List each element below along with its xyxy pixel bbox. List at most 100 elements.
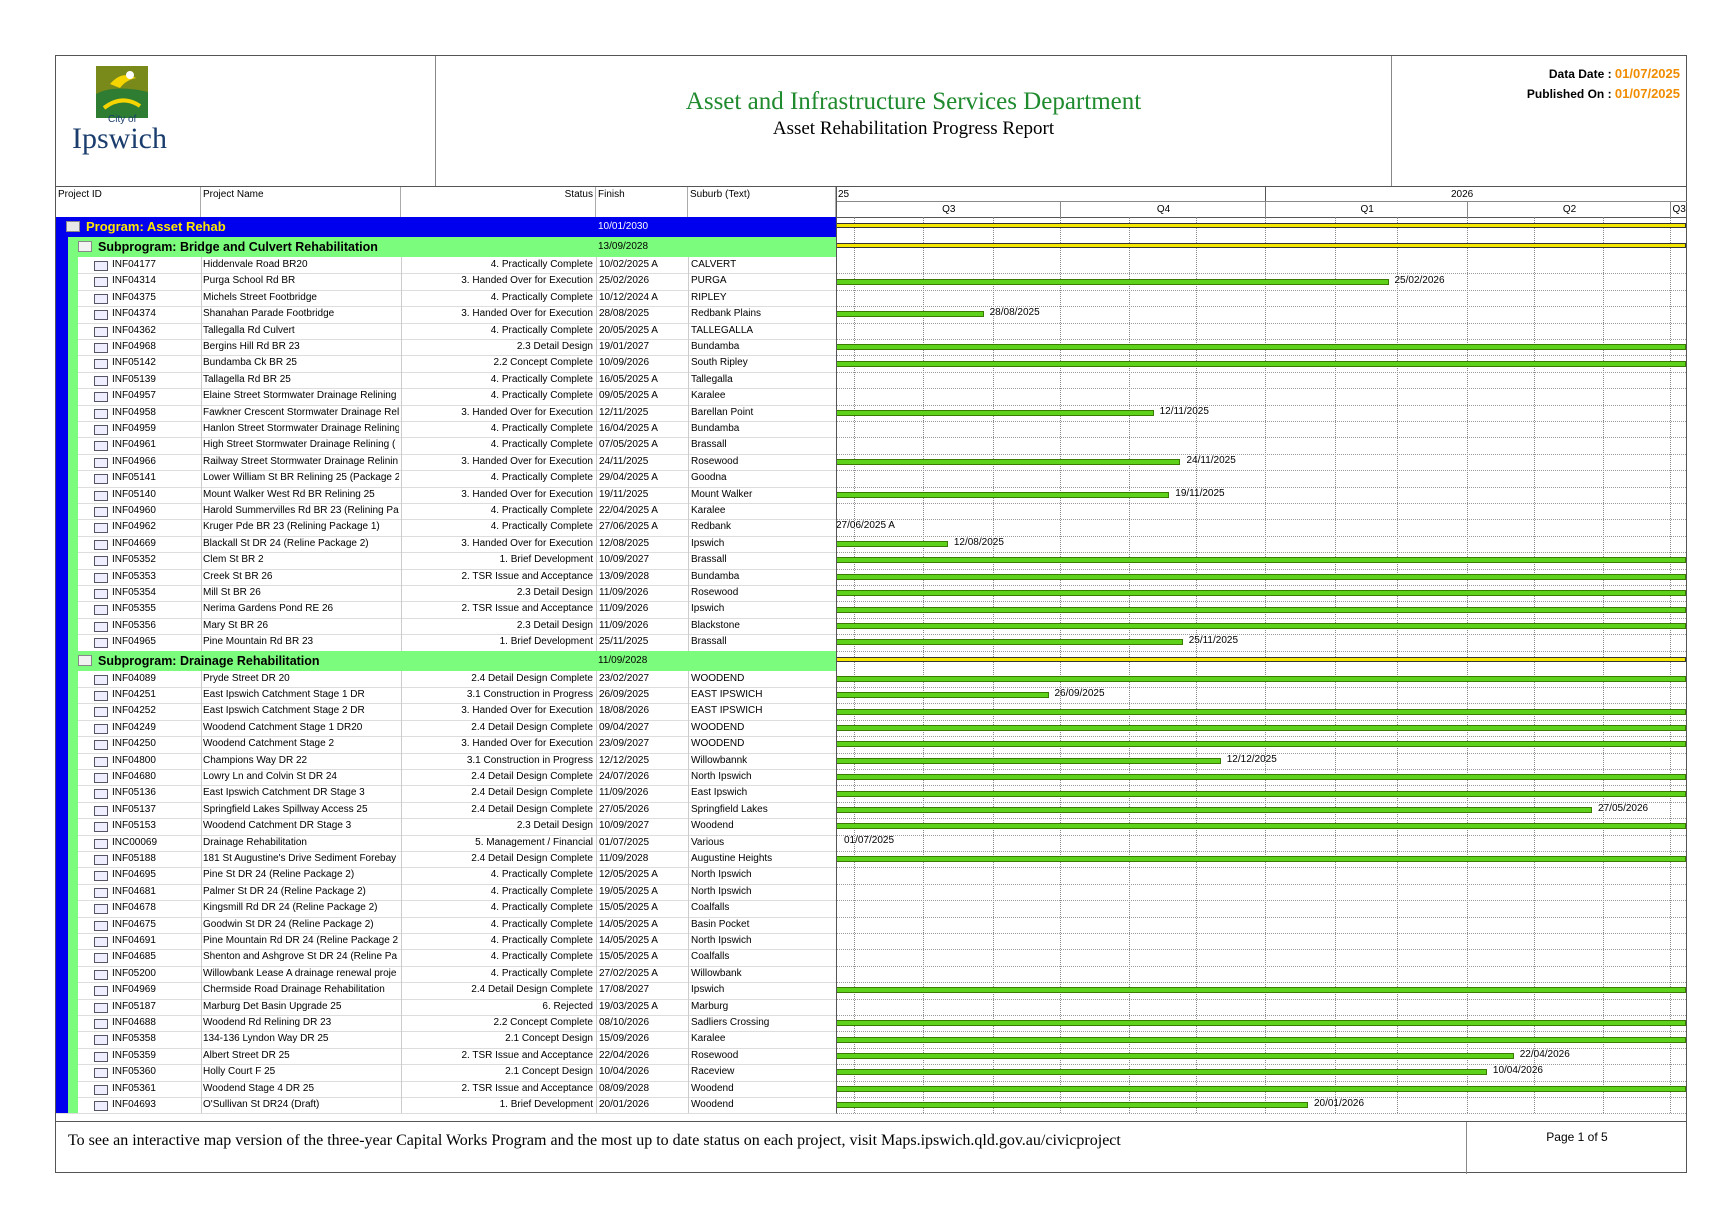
task-folder-icon	[94, 1068, 108, 1079]
table-row[interactable]: INF04680 Lowry Ln and Colvin St DR 24 2.4 …	[56, 769, 836, 787]
table-row[interactable]: INF04693 O'Sullivan St DR24 (Draft) 1. Bri…	[56, 1097, 836, 1115]
table-row[interactable]: INF04252 East Ipswich Catchment Stage 2 D…	[56, 703, 836, 721]
subprogram-row[interactable]: Subprogram: Drainage Rehabilitation 11/09…	[56, 650, 836, 671]
table-row[interactable]: INF04675 Goodwin St DR 24 (Reline Package…	[56, 916, 836, 934]
table-row[interactable]: INF05141 Lower William St BR Relining 25 …	[56, 470, 836, 488]
project-status: 3.1 Construction in Progress	[466, 689, 593, 700]
task-folder-icon	[94, 805, 108, 816]
project-name: Railway Street Stormwater Drainage Relin…	[203, 455, 399, 467]
table-row[interactable]: INF04250 Woodend Catchment Stage 2 3. Hand…	[56, 736, 836, 754]
project-suburb: Woodend	[691, 1099, 734, 1110]
table-row[interactable]: INF05353 Creek St BR 26 2. TSR Issue and A…	[56, 568, 836, 586]
project-id: INF05140	[112, 488, 156, 500]
table-row[interactable]: INF05136 East Ipswich Catchment DR Stage …	[56, 785, 836, 803]
table-row[interactable]: INF04375 Michels Street Footbridge 4. Prac…	[56, 289, 836, 308]
table-row[interactable]: INF04089 Pryde Street DR 20 2.4 Detail Des…	[56, 670, 836, 688]
gantt-bar	[836, 459, 1181, 465]
bar-label: 27/06/2025 A	[836, 519, 895, 531]
project-status: 3.1 Construction in Progress	[466, 754, 593, 766]
table-row[interactable]: INF04688 Woodend Rd Relining DR 23 2.2 Con…	[56, 1015, 836, 1033]
table-row[interactable]: INF04685 Shenton and Ashgrove St DR 24 (R…	[56, 949, 836, 967]
project-id: INF05137	[112, 803, 156, 815]
project-suburb: Rosewood	[691, 1049, 739, 1061]
table-row[interactable]: INF04965 Pine Mountain Rd BR 23 1. Brief D…	[56, 634, 836, 652]
table-row[interactable]: INF04374 Shanahan Parade Footbridge 3. Han…	[56, 306, 836, 324]
program-row[interactable]: Program: Asset Rehab 10/01/2030	[56, 217, 836, 237]
project-finish: 01/07/2025	[599, 836, 650, 848]
project-id: INF04961	[112, 439, 156, 451]
table-row[interactable]: INF05354 Mill St BR 26 2.3 Detail Design 11…	[56, 585, 836, 603]
table-row[interactable]: INF04959 Hanlon Street Stormwater Drainag…	[56, 421, 836, 439]
table-row[interactable]: INF04957 Elaine Street Stormwater Drainag…	[56, 388, 836, 406]
table-row[interactable]: INF04969 Chermside Road Drainage Rehabili…	[56, 982, 836, 1000]
table-row[interactable]: INF04251 East Ipswich Catchment Stage 1 D…	[56, 687, 836, 705]
project-suburb: Marburg	[691, 1000, 729, 1012]
table-row[interactable]: INF05139 Tallagella Rd BR 25 4. Practicall…	[56, 371, 836, 390]
project-status: 2.4 Detail Design Complete	[471, 787, 593, 799]
project-suburb: WOODEND	[691, 672, 745, 684]
table-row[interactable]: INF04800 Champions Way DR 22 3.1 Construct…	[56, 752, 836, 770]
table-row[interactable]: INF04695 Pine St DR 24 (Reline Package 2)…	[56, 867, 836, 885]
table-row[interactable]: INF05137 Springfield Lakes Spillway Acces…	[56, 801, 836, 820]
table-row[interactable]: INF05153 Woodend Catchment DR Stage 3 2.3 …	[56, 818, 836, 836]
table-row[interactable]: INF05187 Marburg Det Basin Upgrade 25 6. R…	[56, 998, 836, 1016]
project-id: INF05141	[112, 472, 156, 484]
gantt-bar	[836, 675, 1686, 682]
task-folder-icon	[94, 887, 108, 898]
table-row[interactable]: INF04681 Palmer St DR 24 (Reline Package …	[56, 883, 836, 902]
published-label: Published On :	[1526, 87, 1612, 101]
table-row[interactable]: INF05200 Willowbank Lease A drainage rene…	[56, 965, 836, 984]
project-finish: 27/06/2025 A	[599, 521, 658, 533]
table-row[interactable]: INF04691 Pine Mountain Rd DR 24 (Reline P…	[56, 933, 836, 951]
project-id: INF05360	[112, 1066, 156, 1078]
project-id: INF04250	[112, 738, 156, 750]
table-row[interactable]: INF05352 Clem St BR 2 1. Brief Development…	[56, 552, 836, 570]
bar-label: 01/07/2025	[844, 834, 895, 846]
table-row[interactable]: INF04960 Harold Summervilles Rd BR 23 (Re…	[56, 503, 836, 521]
project-name: East Ipswich Catchment DR Stage 3	[203, 787, 365, 799]
project-suburb: PURGA	[691, 275, 727, 287]
bar-label: 25/11/2025	[1188, 635, 1239, 647]
project-suburb: Willowbannk	[691, 754, 748, 766]
table-row[interactable]: INF04669 Blackall St DR 24 (Reline Packag…	[56, 535, 836, 554]
table-row[interactable]: INF04249 Woodend Catchment Stage 1 DR20 2.…	[56, 719, 836, 738]
task-folder-icon	[94, 392, 108, 403]
table-row[interactable]: INC00069 Drainage Rehabilitation 5. Manage…	[56, 834, 836, 852]
subprogram-finish: 13/09/2028	[598, 241, 649, 252]
subprogram-row[interactable]: Subprogram: Bridge and Culvert Rehabilit…	[56, 237, 836, 257]
table-row[interactable]: INF05361 Woodend Stage 4 DR 25 2. TSR Issu…	[56, 1080, 836, 1098]
gantt-bar	[836, 541, 948, 547]
table-row[interactable]: INF05140 Mount Walker West Rd BR Relining…	[56, 486, 836, 504]
table-row[interactable]: INF05360 Holly Court F 25 2.1 Concept Desi…	[56, 1064, 836, 1082]
table-row[interactable]: INF05356 Mary St BR 26 2.3 Detail Design 11…	[56, 617, 836, 636]
project-suburb: Woodend	[691, 820, 734, 832]
table-row[interactable]: INF05355 Nerima Gardens Pond RE 26 2. TSR …	[56, 601, 836, 619]
table-row[interactable]: INF05142 Bundamba Ck BR 25 2.2 Concept Com…	[56, 355, 836, 373]
table-row[interactable]: INF04678 Kingsmill Rd DR 24 (Reline Packa…	[56, 900, 836, 918]
project-suburb: EAST IPSWICH	[691, 705, 763, 717]
project-name: Pine Mountain Rd BR 23	[203, 636, 314, 648]
project-status: 2. TSR Issue and Acceptance	[461, 603, 593, 615]
table-row[interactable]: INF05358 134-136 Lyndon Way DR 25 2.1 Conc…	[56, 1031, 836, 1049]
table-row[interactable]: INF05188 181 St Augustine's Drive Sedimen…	[56, 851, 836, 869]
project-finish: 24/11/2025	[599, 455, 649, 467]
project-suburb: Willowbank	[691, 967, 742, 979]
table-row[interactable]: INF04362 Tallegalla Rd Culvert 4. Practica…	[56, 322, 836, 340]
project-name: Purga School Rd BR	[203, 275, 296, 287]
project-id: INF04966	[112, 455, 156, 467]
table-row[interactable]: INF04961 High Street Stormwater Drainage …	[56, 437, 836, 455]
page-number: Page 1 of 5	[1466, 1122, 1687, 1174]
project-finish: 07/05/2025 A	[599, 439, 658, 451]
project-name: Champions Way DR 22	[203, 754, 308, 766]
project-finish: 17/08/2027	[599, 984, 650, 996]
table-row[interactable]: INF05359 Albert Street DR 25 2. TSR Issue …	[56, 1047, 836, 1066]
table-row[interactable]: INF04968 Bergins Hill Rd BR 23 2.3 Detail …	[56, 339, 836, 357]
project-status: 4. Practically Complete	[490, 291, 593, 303]
table-row[interactable]: INF04958 Fawkner Crescent Stormwater Drai…	[56, 404, 836, 422]
table-row[interactable]: INF04314 Purga School Rd BR 3. Handed Over…	[56, 273, 836, 291]
project-status: 3. Handed Over for Execution	[461, 308, 593, 320]
table-row[interactable]: INF04962 Kruger Pde BR 23 (Relining Packa…	[56, 519, 836, 537]
table-row[interactable]: INF04966 Railway Street Stormwater Draina…	[56, 453, 836, 472]
folder-icon	[78, 654, 92, 666]
table-row[interactable]: INF04177 Hiddenvale Road BR20 4. Practical…	[56, 257, 836, 275]
